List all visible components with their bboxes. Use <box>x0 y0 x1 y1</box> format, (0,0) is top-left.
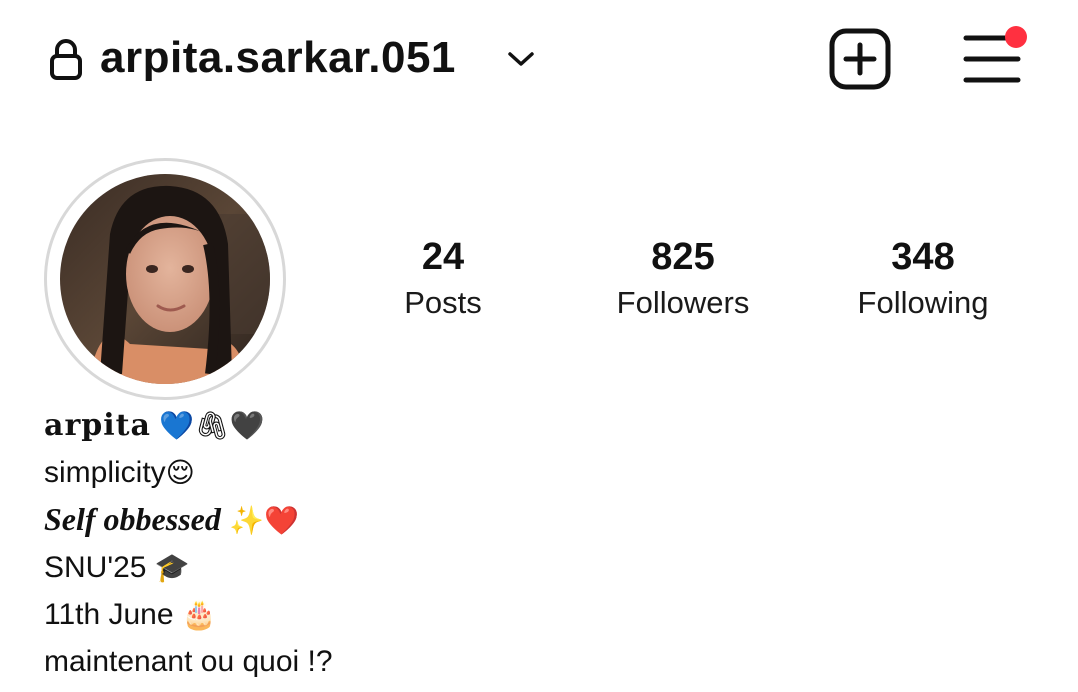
lock-icon <box>46 38 86 80</box>
hamburger-menu-icon[interactable] <box>960 24 1032 88</box>
bio-line-3: SNU'25 🎓 <box>44 544 744 591</box>
profile-bio: arpita 💙🖇🖤 simplicity😌 Self obbessed ✨❤️… <box>44 402 744 685</box>
add-post-icon[interactable] <box>828 28 892 90</box>
profile-avatar[interactable] <box>44 158 286 400</box>
bio-emoji-3: 🎓 <box>154 551 190 584</box>
posts-count: 24 <box>421 236 465 278</box>
chevron-down-icon[interactable] <box>506 48 536 70</box>
display-name: arpita <box>44 408 151 443</box>
followers-label: Followers <box>616 285 750 320</box>
bio-text-1: simplicity <box>44 456 166 489</box>
bio-text-4: 11th June <box>44 598 174 631</box>
bio-line-2: Self obbessed ✨❤️ <box>44 496 744 544</box>
bio-emoji-4: 🎂 <box>181 598 217 631</box>
bio-line-1: simplicity😌 <box>44 449 744 496</box>
followers-count: 825 <box>651 236 715 278</box>
bio-text-2: Self obbessed <box>44 501 221 537</box>
posts-label: Posts <box>404 285 482 320</box>
stat-posts[interactable]: 24 Posts <box>343 232 543 324</box>
following-label: Following <box>857 285 989 320</box>
bio-emoji-2: ✨❤️ <box>229 504 299 537</box>
profile-username[interactable]: arpita.sarkar.051 <box>100 30 456 86</box>
bio-line-5: maintenant ou quoi !? <box>44 638 744 685</box>
bio-text-3: SNU'25 <box>44 551 147 584</box>
stat-following[interactable]: 348 Following <box>823 232 1023 324</box>
bio-line-4: 11th June 🎂 <box>44 591 744 638</box>
profile-header: arpita.sarkar.051 <box>0 0 1078 120</box>
notification-dot <box>1005 26 1027 48</box>
name-emoji: 💙🖇🖤 <box>159 409 265 442</box>
avatar-photo <box>60 174 270 384</box>
bio-emoji-1: 😌 <box>165 456 195 489</box>
bio-text-5: maintenant ou quoi !? <box>44 645 333 678</box>
stat-followers[interactable]: 825 Followers <box>583 232 783 324</box>
following-count: 348 <box>891 236 955 278</box>
bio-name-line: arpita 💙🖇🖤 <box>44 402 744 449</box>
